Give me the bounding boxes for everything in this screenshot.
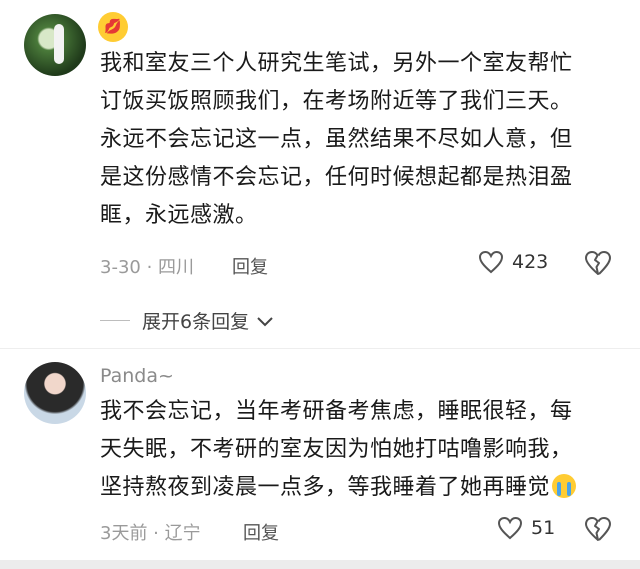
comment-line: 坚持熬夜到凌晨一点多，等我睡着了她再睡觉 (100, 475, 551, 500)
kiss-emoji-icon: 💋 (98, 12, 128, 42)
comment-line: 是这份感情不会忘记，任何时候想起都是热泪盈 (100, 165, 573, 190)
broken-heart-icon (585, 516, 612, 541)
crying-emoji-icon (552, 474, 577, 498)
heart-icon (497, 516, 523, 540)
dislike-button[interactable] (584, 250, 612, 280)
bottom-separator (0, 560, 640, 569)
comment-line: 眶，永远感激。 (100, 203, 258, 228)
avatar[interactable] (24, 362, 86, 424)
reply-button[interactable]: 回复 (243, 519, 279, 545)
comment-line: 永远不会忘记这一点，虽然结果不尽如人意，但 (100, 127, 573, 152)
comment-divider (0, 348, 640, 349)
comment-body: 我不会忘记，当年考研备考焦虑，睡眠很轻，每 天失眠，不考研的室友因为怕她打咕噜影… (100, 393, 620, 507)
expand-replies-button[interactable]: 展开6条回复 (100, 307, 275, 334)
comment-line: 订饭买饭照顾我们，在考场附近等了我们三天。 (100, 89, 573, 114)
expand-label: 展开6条回复 (142, 311, 250, 333)
like-count: 51 (531, 517, 556, 539)
chevron-down-icon (257, 316, 273, 326)
divider-dash (100, 320, 130, 321)
comment-body: 我和室友三个人研究生笔试，另外一个室友帮忙 订饭买饭照顾我们，在考场附近等了我们… (100, 45, 620, 235)
avatar[interactable] (24, 14, 86, 76)
comment-meta: 3-30 · 四川 (100, 257, 195, 278)
broken-heart-icon (585, 250, 612, 275)
dislike-button[interactable] (584, 516, 612, 546)
comment-line: 天失眠，不考研的室友因为怕她打咕噜影响我， (100, 437, 573, 462)
comment-line-with-emoji: 坚持熬夜到凌晨一点多，等我睡着了她再睡觉 (100, 469, 620, 507)
comment-meta: 3天前 · 辽宁 (100, 523, 201, 544)
username[interactable]: Panda~ (100, 365, 174, 387)
heart-icon (478, 250, 504, 274)
comment-line: 我和室友三个人研究生笔试，另外一个室友帮忙 (100, 51, 573, 76)
reply-button[interactable]: 回复 (232, 253, 268, 279)
like-button[interactable]: 423 (478, 250, 548, 274)
comment-line: 我不会忘记，当年考研备考焦虑，睡眠很轻，每 (100, 399, 573, 424)
like-count: 423 (512, 251, 549, 273)
like-button[interactable]: 51 (497, 516, 555, 540)
